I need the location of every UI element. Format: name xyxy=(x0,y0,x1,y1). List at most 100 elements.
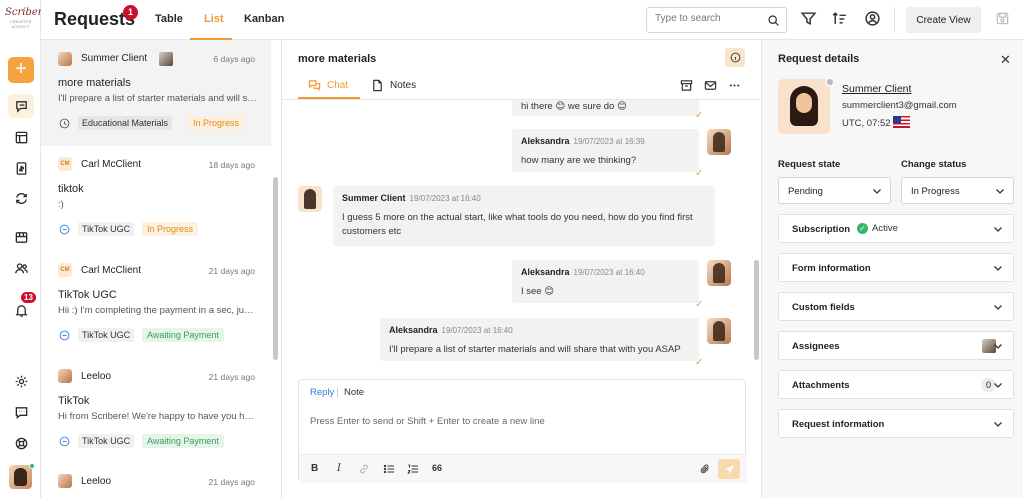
message-text: I'll prepare a list of starter materials… xyxy=(389,344,681,355)
list-item[interactable]: Summer Client 6 days ago more materials … xyxy=(41,40,271,146)
close-icon[interactable]: ✕ xyxy=(1000,52,1011,68)
view-tab-kanban[interactable]: Kanban xyxy=(244,13,284,25)
presence-dot xyxy=(825,77,835,87)
list-item[interactable]: Leeloo 21 days ago xyxy=(41,464,271,498)
check-circle-icon: ✓ xyxy=(857,223,868,234)
request-list: Summer Client 6 days ago more materials … xyxy=(41,40,282,498)
user-avatar[interactable] xyxy=(9,465,32,489)
request-subject: tiktok xyxy=(58,183,84,195)
thread-scrollbar[interactable] xyxy=(754,260,759,360)
message-author: Aleksandra xyxy=(521,267,570,277)
settings-gear-icon[interactable] xyxy=(8,369,34,393)
custom-fields-section[interactable]: Custom fields xyxy=(778,292,1014,321)
list-scrollbar[interactable] xyxy=(273,177,278,360)
conversation-panel: more materials Chat Notes hi there 😊 we … xyxy=(282,40,761,498)
layout-nav-icon[interactable] xyxy=(8,125,34,149)
subscription-section[interactable]: Subscription ✓ Active xyxy=(778,214,1014,243)
form-information-section[interactable]: Form information xyxy=(778,253,1014,282)
request-information-section[interactable]: Request information xyxy=(778,409,1014,438)
note-mode-tab[interactable]: Note xyxy=(344,387,364,398)
inbox-nav-icon[interactable] xyxy=(8,225,34,249)
filter-icon[interactable] xyxy=(800,10,817,27)
change-status-label: Change status xyxy=(901,159,967,170)
view-tab-list[interactable]: List xyxy=(204,13,224,25)
italic-button[interactable]: I xyxy=(337,463,341,474)
save-view-icon[interactable] xyxy=(995,11,1010,26)
bulleted-list-icon[interactable] xyxy=(383,463,395,475)
clock-icon xyxy=(59,118,70,129)
assignees-section[interactable]: Assignees xyxy=(778,331,1014,360)
email-icon[interactable] xyxy=(704,79,717,92)
attachments-section[interactable]: Attachments 0 xyxy=(778,370,1014,399)
create-view-button[interactable]: Create View xyxy=(906,7,981,33)
brand-logo[interactable]: Scribere CREATIVE AGENCY xyxy=(5,7,48,33)
reply-mode-tab[interactable]: Reply xyxy=(310,387,334,398)
search-icon[interactable] xyxy=(767,14,780,27)
request-state-label: Request state xyxy=(778,159,841,170)
request-age: 21 days ago xyxy=(208,477,255,487)
message-bubble: hi there 😊 we sure do 😊 xyxy=(512,100,699,116)
status-badge: Awaiting Payment xyxy=(142,434,224,448)
chevron-down-icon xyxy=(994,344,1002,349)
invoices-nav-icon[interactable] xyxy=(8,156,34,180)
archive-icon[interactable] xyxy=(680,79,693,92)
list-item[interactable]: Leeloo 21 days ago TikTok Hi from Scribe… xyxy=(41,358,271,464)
tab-chat[interactable]: Chat xyxy=(308,79,348,92)
request-age: 21 days ago xyxy=(208,266,255,276)
message-time: 19/07/2023 at 16:40 xyxy=(441,326,513,335)
sort-icon[interactable] xyxy=(831,10,848,27)
change-status-select[interactable]: In Progress xyxy=(901,177,1014,204)
read-check-icon: ✓ xyxy=(695,110,704,121)
request-snippet: Hii :) I'm completing the payment in a s… xyxy=(58,305,258,316)
sync-nav-icon[interactable] xyxy=(8,186,34,210)
message-time: 19/07/2023 at 16:40 xyxy=(573,268,645,277)
account-circle-icon[interactable] xyxy=(864,10,881,27)
help-lifebuoy-icon[interactable] xyxy=(8,431,34,455)
message-text: how many are we thinking? xyxy=(521,155,637,166)
message-author: Summer Client xyxy=(342,193,406,203)
assignee-avatar xyxy=(159,52,173,66)
request-age: 6 days ago xyxy=(213,54,255,64)
note-icon xyxy=(373,79,382,92)
client-avatar xyxy=(58,52,72,66)
client-email: summerclient3@gmail.com xyxy=(842,100,957,111)
read-check-icon: ✓ xyxy=(695,299,704,310)
clients-nav-icon[interactable] xyxy=(8,256,34,280)
tab-notes[interactable]: Notes xyxy=(371,79,416,92)
quote-button[interactable]: 66 xyxy=(432,463,442,473)
attachment-icon[interactable] xyxy=(699,463,711,475)
link-icon[interactable] xyxy=(358,463,370,475)
message-bubble: Aleksandra 19/07/2023 at 16:40 I'll prepa… xyxy=(380,318,699,361)
agent-avatar xyxy=(707,129,731,155)
message-text: I guess 5 more on the actual start, like… xyxy=(342,212,693,237)
request-state-select[interactable]: Pending xyxy=(778,177,891,204)
request-snippet: I'll prepare a list of starter materials… xyxy=(58,93,258,104)
request-age: 18 days ago xyxy=(208,160,255,170)
client-name: Leeloo xyxy=(81,371,112,382)
messages-icon[interactable] xyxy=(8,400,34,424)
category-tag: Educational Materials xyxy=(78,116,173,130)
reply-composer: Reply Note B I 66 xyxy=(298,379,747,483)
list-item[interactable]: CM Carl McClient 18 days ago tiktok :) T… xyxy=(41,146,271,252)
add-request-button[interactable]: + xyxy=(8,57,34,83)
app-rail: Scribere CREATIVE AGENCY + 13 xyxy=(0,0,48,498)
top-bar: Requests 1 Table List Kanban Create View xyxy=(41,0,1023,40)
info-icon[interactable] xyxy=(725,48,745,67)
client-name-link[interactable]: Summer Client xyxy=(842,83,911,95)
subscription-status: ✓ Active xyxy=(857,223,898,234)
requests-nav-icon[interactable] xyxy=(8,94,34,118)
view-tab-table[interactable]: Table xyxy=(155,13,183,25)
category-tag: TikTok UGC xyxy=(78,222,135,236)
search-box[interactable] xyxy=(646,7,787,33)
search-input[interactable] xyxy=(655,13,765,24)
message-input[interactable] xyxy=(310,416,730,436)
more-options-icon[interactable] xyxy=(728,79,741,92)
numbered-list-icon[interactable] xyxy=(407,463,419,475)
chevron-down-icon xyxy=(996,189,1004,194)
tab-chat-label: Chat xyxy=(327,80,349,91)
send-button[interactable] xyxy=(718,459,740,479)
bold-button[interactable]: B xyxy=(311,463,318,474)
list-item[interactable]: CM Carl McClient 21 days ago TikTok UGC … xyxy=(41,252,271,358)
request-snippet: :) xyxy=(58,199,64,210)
status-badge: In Progress xyxy=(188,116,245,130)
